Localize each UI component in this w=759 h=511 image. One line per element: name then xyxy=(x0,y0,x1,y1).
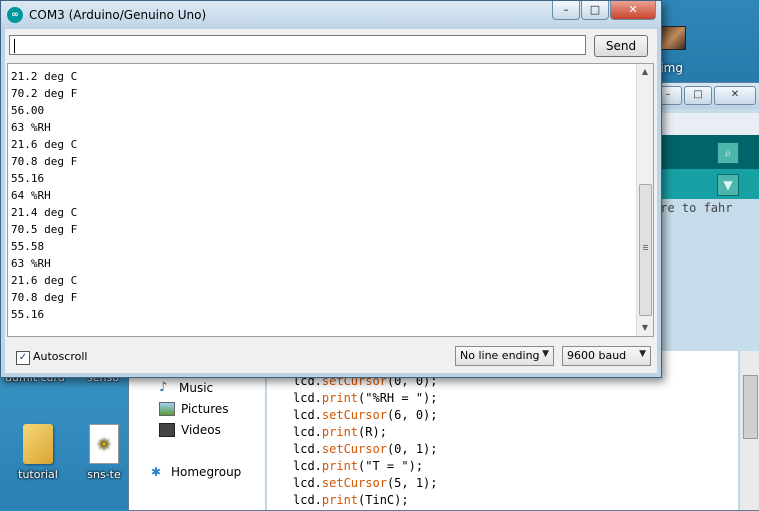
chevron-down-icon: ▼ xyxy=(542,349,549,359)
serial-output-line: 64 %RH xyxy=(11,189,51,202)
code-fragment: ure to fahr xyxy=(653,201,733,215)
code-line: lcd.setCursor(5, 1); xyxy=(293,475,438,492)
serial-monitor-footer: ✓ Autoscroll No line ending ▼ 9600 baud … xyxy=(5,339,657,373)
baud-rate-select[interactable]: 9600 baud ▼ xyxy=(562,346,651,366)
code-token-args: (5, 1); xyxy=(386,476,438,490)
ide-maximize-button[interactable]: □ xyxy=(684,86,712,105)
code-token-args: (6, 0); xyxy=(386,408,438,422)
code-token-method: setCursor xyxy=(321,442,387,456)
music-icon: ♪ xyxy=(159,380,168,395)
line-ending-select[interactable]: No line ending ▼ xyxy=(455,346,554,366)
code-token-obj: lcd. xyxy=(293,425,322,439)
minimize-button[interactable]: – xyxy=(552,1,580,20)
pictures-icon xyxy=(159,402,175,416)
code-token-method: print xyxy=(321,425,359,439)
serial-output-line: 21.4 deg C xyxy=(11,206,78,219)
nav-item-music[interactable]: ♪ Music xyxy=(159,381,213,395)
serial-output-line: 70.8 deg F xyxy=(11,155,78,168)
serial-output-line: 21.6 deg C xyxy=(11,138,78,151)
code-token-args: ("%RH = "); xyxy=(358,391,438,405)
code-token-obj: lcd. xyxy=(293,493,322,507)
code-token-obj: lcd. xyxy=(293,476,322,490)
folder-icon xyxy=(23,424,53,464)
serial-output-line: 63 %RH xyxy=(11,121,51,134)
maximize-button[interactable]: □ xyxy=(581,1,609,20)
serial-output-line: 55.16 xyxy=(11,172,45,185)
code-token-obj: lcd. xyxy=(293,459,322,473)
line-ending-value: No line ending xyxy=(460,349,540,362)
videos-icon xyxy=(159,423,175,437)
editor-scrollbar-thumb[interactable] xyxy=(743,375,758,439)
code-token-obj: lcd. xyxy=(293,408,322,422)
serial-output-line: 55.16 xyxy=(11,308,45,321)
nav-item-videos[interactable]: Videos xyxy=(159,423,221,437)
grip-line xyxy=(643,245,648,246)
arduino-logo-icon: ∞ xyxy=(7,7,23,23)
baud-rate-value: 9600 baud xyxy=(567,349,627,362)
code-block: lcd.setCursor(0, 0); lcd.print("%RH = ");… xyxy=(293,373,438,509)
nav-item-label: Music xyxy=(179,381,214,395)
homegroup-icon: ✱ xyxy=(151,465,162,479)
chevron-down-icon: ▼ xyxy=(639,349,646,359)
nav-item-label: Videos xyxy=(181,423,221,437)
grip-line xyxy=(643,249,648,250)
code-token-method: setCursor xyxy=(321,476,387,490)
autoscroll-label[interactable]: Autoscroll xyxy=(33,350,87,363)
nav-item-pictures[interactable]: Pictures xyxy=(159,402,229,416)
serial-output-line: 21.6 deg C xyxy=(11,274,78,287)
nav-item-homegroup[interactable]: ✱ Homegroup xyxy=(151,465,241,479)
serial-input-field[interactable] xyxy=(9,35,586,55)
code-token-obj: lcd. xyxy=(293,391,322,405)
tab-menu-chevron-down-icon[interactable]: ▼ xyxy=(717,174,739,196)
image-thumbnail-icon[interactable] xyxy=(660,26,686,50)
desktop-icon-sns-te[interactable]: ☀ sns-te xyxy=(80,424,128,481)
code-token-args: (0, 1); xyxy=(386,442,438,456)
nav-item-label: Pictures xyxy=(181,402,229,416)
grip-line xyxy=(643,247,648,248)
serial-output-line: 70.2 deg F xyxy=(11,87,78,100)
serial-output-line: 56.00 xyxy=(11,104,45,117)
code-token-args: ("T = "); xyxy=(358,459,424,473)
code-token-method: print xyxy=(321,493,359,507)
text-caret xyxy=(14,38,15,53)
code-token-args: (TinC); xyxy=(358,493,409,507)
code-token-obj: lcd. xyxy=(293,442,322,456)
code-line: lcd.print("T = "); xyxy=(293,458,438,475)
serial-output-line: 63 %RH xyxy=(11,257,51,270)
serial-monitor-window: ∞ COM3 (Arduino/Genuino Uno) – □ ✕ Send … xyxy=(0,0,662,378)
serial-output-scrollbar[interactable]: ▲ ▼ xyxy=(636,64,653,336)
code-line: lcd.print(TinC); xyxy=(293,492,438,509)
code-line: lcd.print("%RH = "); xyxy=(293,390,438,407)
code-line: lcd.setCursor(6, 0); xyxy=(293,407,438,424)
serial-output-lines: 21.2 deg C 70.2 deg F 56.00 63 %RH 21.6 deg … xyxy=(11,68,77,323)
code-token-method: setCursor xyxy=(321,408,387,422)
serial-output-line: 21.2 deg C xyxy=(11,70,78,83)
window-title: COM3 (Arduino/Genuino Uno) xyxy=(29,8,207,22)
code-token-method: print xyxy=(321,391,359,405)
serial-monitor-icon[interactable]: ⌕ xyxy=(717,142,739,164)
scroll-up-arrow-icon[interactable]: ▲ xyxy=(637,64,653,80)
serial-monitor-body: Send 21.2 deg C 70.2 deg F 56.00 63 %RH 21.6… xyxy=(5,29,657,373)
scrollbar-thumb[interactable] xyxy=(639,184,652,316)
editor-scrollbar[interactable] xyxy=(739,351,759,510)
autoscroll-checkbox[interactable]: ✓ xyxy=(16,351,30,365)
code-token-args: (R); xyxy=(358,425,387,439)
code-line: lcd.setCursor(0, 1); xyxy=(293,441,438,458)
serial-output-line: 70.8 deg F xyxy=(11,291,78,304)
close-button[interactable]: ✕ xyxy=(610,1,656,20)
desktop-icon-label: tutorial xyxy=(18,468,58,481)
code-line: lcd.print(R); xyxy=(293,424,438,441)
desktop-icon-label: sns-te xyxy=(87,468,121,481)
ide-close-button[interactable]: ✕ xyxy=(714,86,756,105)
serial-output-area[interactable]: 21.2 deg C 70.2 deg F 56.00 63 %RH 21.6 deg … xyxy=(7,63,654,337)
file-icon: ☀ xyxy=(89,424,119,464)
serial-output-line: 70.5 deg F xyxy=(11,223,78,236)
serial-output-line: 55.58 xyxy=(11,240,45,253)
scroll-down-arrow-icon[interactable]: ▼ xyxy=(637,320,653,336)
nav-item-label: Homegroup xyxy=(171,465,242,479)
send-button[interactable]: Send xyxy=(594,35,648,57)
serial-monitor-title-bar[interactable]: ∞ COM3 (Arduino/Genuino Uno) – □ ✕ xyxy=(1,1,661,29)
desktop-icon-tutorial[interactable]: tutorial xyxy=(3,424,73,481)
code-token-method: print xyxy=(321,459,359,473)
